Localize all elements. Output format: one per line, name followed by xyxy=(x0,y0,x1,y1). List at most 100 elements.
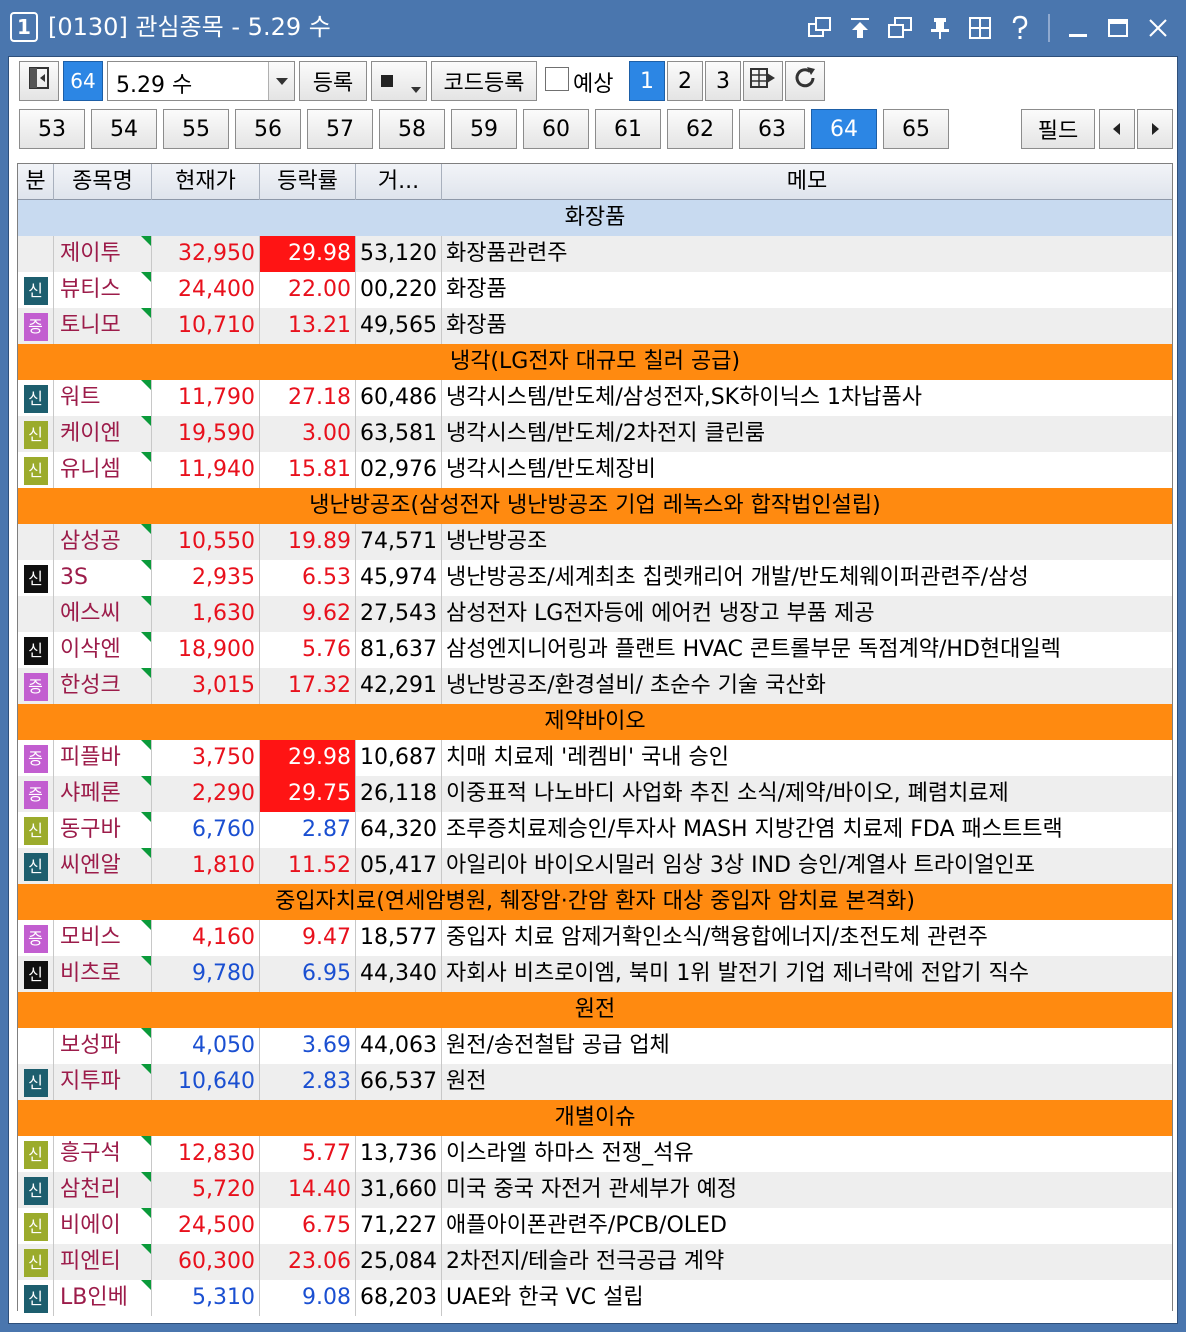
stock-name[interactable]: 비에이 xyxy=(54,1208,152,1244)
stock-name[interactable]: 유니셈 xyxy=(54,452,152,488)
memo[interactable]: 냉난방공조/세계최초 칩렛캐리어 개발/반도체웨이퍼관련주/삼성 xyxy=(442,560,1172,596)
group-tab-53[interactable]: 53 xyxy=(19,109,85,149)
table-row[interactable]: 신 씨엔알 1,810 11.52 05,417 아일리아 바이오시밀러 임상 3상 IN… xyxy=(18,848,1172,884)
group-tab-61[interactable]: 61 xyxy=(595,109,661,149)
date-select[interactable]: 5.29 수 xyxy=(107,61,295,101)
memo[interactable]: 화장품 xyxy=(442,272,1172,308)
stock-name[interactable]: 토니모 xyxy=(54,308,152,344)
stock-name[interactable]: 동구바 xyxy=(54,812,152,848)
memo[interactable]: 애플아이폰관련주/PCB/OLED xyxy=(442,1208,1172,1244)
table-row[interactable]: 신 동구바 6,760 2.87 64,320 조루증치료제승인/투자사 MASH 지방간… xyxy=(18,812,1172,848)
stock-name[interactable]: 워트 xyxy=(54,380,152,416)
stock-name[interactable]: 삼성공 xyxy=(54,524,152,560)
group-tab-57[interactable]: 57 xyxy=(307,109,373,149)
header-memo[interactable]: 메모 xyxy=(442,164,1172,200)
pushpin-icon[interactable] xyxy=(922,10,958,46)
memo[interactable]: 냉난방공조 xyxy=(442,524,1172,560)
table-row[interactable]: 에스씨 1,630 9.62 27,543 삼성전자 LG전자등에 에어컨 냉장고 부품… xyxy=(18,596,1172,632)
page-button-1[interactable]: 1 xyxy=(629,61,665,101)
export-button[interactable] xyxy=(743,61,783,101)
link-window-icon[interactable] xyxy=(802,10,838,46)
memo[interactable]: UAE와 한국 VC 설립 xyxy=(442,1280,1172,1316)
stock-name[interactable]: 씨엔알 xyxy=(54,848,152,884)
table-row[interactable]: 신 피엔티 60,300 23.06 25,084 2차전지/테슬라 전극공급 계약 xyxy=(18,1244,1172,1280)
memo[interactable]: 냉각시스템/반도체/2차전지 클린룸 xyxy=(442,416,1172,452)
group-tab-62[interactable]: 62 xyxy=(667,109,733,149)
table-row[interactable]: 증 한성크 3,015 17.32 42,291 냉난방공조/환경설비/ 초순수 기술 국… xyxy=(18,668,1172,704)
stock-name[interactable]: 제이투 xyxy=(54,236,152,272)
table-row[interactable]: 신 비츠로 9,780 6.95 44,340 자회사 비츠로이엠, 북미 1위 발전기 … xyxy=(18,956,1172,992)
memo[interactable]: 조루증치료제승인/투자사 MASH 지방간염 치료제 FDA 패스트트랙 xyxy=(442,812,1172,848)
table-row[interactable]: 증 피플바 3,750 29.98 10,687 치매 치료제 '레켐비' 국내 승인 xyxy=(18,740,1172,776)
table-row[interactable]: 신 비에이 24,500 6.75 71,227 애플아이폰관련주/PCB/OLED xyxy=(18,1208,1172,1244)
memo[interactable]: 냉각시스템/반도체장비 xyxy=(442,452,1172,488)
pin-top-icon[interactable] xyxy=(842,10,878,46)
memo[interactable]: 원전 xyxy=(442,1064,1172,1100)
stock-name[interactable]: 뷰티스 xyxy=(54,272,152,308)
title-bar[interactable]: 1 [0130] 관심종목 - 5.29 수 xyxy=(0,0,1186,56)
stop-dropdown-button[interactable] xyxy=(371,61,427,101)
minimize-icon[interactable] xyxy=(1060,10,1096,46)
page-button-3[interactable]: 3 xyxy=(705,61,741,101)
header-div[interactable]: 분 xyxy=(18,164,54,200)
table-row[interactable]: 제이투 32,950 29.98 53,120 화장품관련주 xyxy=(18,236,1172,272)
group-tab-63[interactable]: 63 xyxy=(739,109,805,149)
stock-name[interactable]: LB인베 xyxy=(54,1280,152,1316)
memo[interactable]: 치매 치료제 '레켐비' 국내 승인 xyxy=(442,740,1172,776)
code-register-button[interactable]: 코드등록 xyxy=(431,61,537,101)
page-button-2[interactable]: 2 xyxy=(667,61,703,101)
refresh-button[interactable] xyxy=(785,61,825,101)
memo[interactable]: 화장품관련주 xyxy=(442,236,1172,272)
group-tab-60[interactable]: 60 xyxy=(523,109,589,149)
table-row[interactable]: 신 이삭엔 18,900 5.76 81,637 삼성엔지니어링과 플랜트 HVAC 콘트… xyxy=(18,632,1172,668)
memo[interactable]: 아일리아 바이오시밀러 임상 3상 IND 승인/계열사 트라이얼인포 xyxy=(442,848,1172,884)
forecast-checkbox[interactable] xyxy=(545,67,569,91)
stock-name[interactable]: 흥구석 xyxy=(54,1136,152,1172)
prev-tab-button[interactable] xyxy=(1099,109,1135,149)
table-row[interactable]: 신 워트 11,790 27.18 60,486 냉각시스템/반도체/삼성전자,SK하이닉… xyxy=(18,380,1172,416)
group-tab-58[interactable]: 58 xyxy=(379,109,445,149)
group-tab-54[interactable]: 54 xyxy=(91,109,157,149)
stock-name[interactable]: 3S xyxy=(54,560,152,596)
memo[interactable]: 원전/송전철탑 공급 업체 xyxy=(442,1028,1172,1064)
memo[interactable]: 삼성엔지니어링과 플랜트 HVAC 콘트롤부문 독점계약/HD현대일렉 xyxy=(442,632,1172,668)
stock-name[interactable]: 한성크 xyxy=(54,668,152,704)
group-tab-56[interactable]: 56 xyxy=(235,109,301,149)
stock-name[interactable]: 삼천리 xyxy=(54,1172,152,1208)
stock-name[interactable]: 케이엔 xyxy=(54,416,152,452)
memo[interactable]: 미국 중국 자전거 관세부가 예정 xyxy=(442,1172,1172,1208)
memo[interactable]: 이스라엘 하마스 전쟁_석유 xyxy=(442,1136,1172,1172)
group-tab-59[interactable]: 59 xyxy=(451,109,517,149)
table-row[interactable]: 신 흥구석 12,830 5.77 13,736 이스라엘 하마스 전쟁_석유 xyxy=(18,1136,1172,1172)
memo[interactable]: 중입자 치료 암제거확인소식/핵융합에너지/초전도체 관련주 xyxy=(442,920,1172,956)
table-row[interactable]: 신 케이엔 19,590 3.00 63,581 냉각시스템/반도체/2차전지 클린룸 xyxy=(18,416,1172,452)
stock-name[interactable]: 지투파 xyxy=(54,1064,152,1100)
stock-name[interactable]: 에스씨 xyxy=(54,596,152,632)
watchlist-grid[interactable]: 분 종목명 현재가 등락률 거... 메모 화장품 제이투 32,950 29.98 5… xyxy=(17,163,1173,1316)
table-row[interactable]: 신 3S 2,935 6.53 45,974 냉난방공조/세계최초 칩렛캐리어 개발/반도… xyxy=(18,560,1172,596)
memo[interactable]: 냉각시스템/반도체/삼성전자,SK하이닉스 1차납품사 xyxy=(442,380,1172,416)
table-row[interactable]: 신 유니셈 11,940 15.81 02,976 냉각시스템/반도체장비 xyxy=(18,452,1172,488)
memo[interactable]: 이중표적 나노바디 사업화 추진 소식/제약/바이오, 폐렴치료제 xyxy=(442,776,1172,812)
stock-name[interactable]: 샤페론 xyxy=(54,776,152,812)
memo[interactable]: 자회사 비츠로이엠, 북미 1위 발전기 기업 제너락에 전압기 직수 xyxy=(442,956,1172,992)
chevron-down-icon[interactable] xyxy=(268,62,294,100)
stock-name[interactable]: 피플바 xyxy=(54,740,152,776)
stock-name[interactable]: 이삭엔 xyxy=(54,632,152,668)
table-row[interactable]: 신 삼천리 5,720 14.40 31,660 미국 중국 자전거 관세부가 예정 xyxy=(18,1172,1172,1208)
next-tab-button[interactable] xyxy=(1137,109,1173,149)
table-row[interactable]: 보성파 4,050 3.69 44,063 원전/송전철탑 공급 업체 xyxy=(18,1028,1172,1064)
table-row[interactable]: 증 샤페론 2,290 29.75 26,118 이중표적 나노바디 사업화 추진 소식/… xyxy=(18,776,1172,812)
stock-name[interactable]: 보성파 xyxy=(54,1028,152,1064)
header-volume[interactable]: 거... xyxy=(356,164,442,200)
memo[interactable]: 냉난방공조/환경설비/ 초순수 기술 국산화 xyxy=(442,668,1172,704)
sidebar-toggle-button[interactable] xyxy=(19,61,59,101)
header-rate[interactable]: 등락률 xyxy=(260,164,356,200)
memo[interactable]: 화장품 xyxy=(442,308,1172,344)
field-button[interactable]: 필드 xyxy=(1021,109,1095,149)
table-row[interactable]: 신 LB인베 5,310 9.08 68,203 UAE와 한국 VC 설립 xyxy=(18,1280,1172,1316)
group-tab-55[interactable]: 55 xyxy=(163,109,229,149)
group-number-field[interactable]: 64 xyxy=(63,61,103,101)
cascade-icon[interactable] xyxy=(882,10,918,46)
table-row[interactable]: 증 토니모 10,710 13.21 49,565 화장품 xyxy=(18,308,1172,344)
